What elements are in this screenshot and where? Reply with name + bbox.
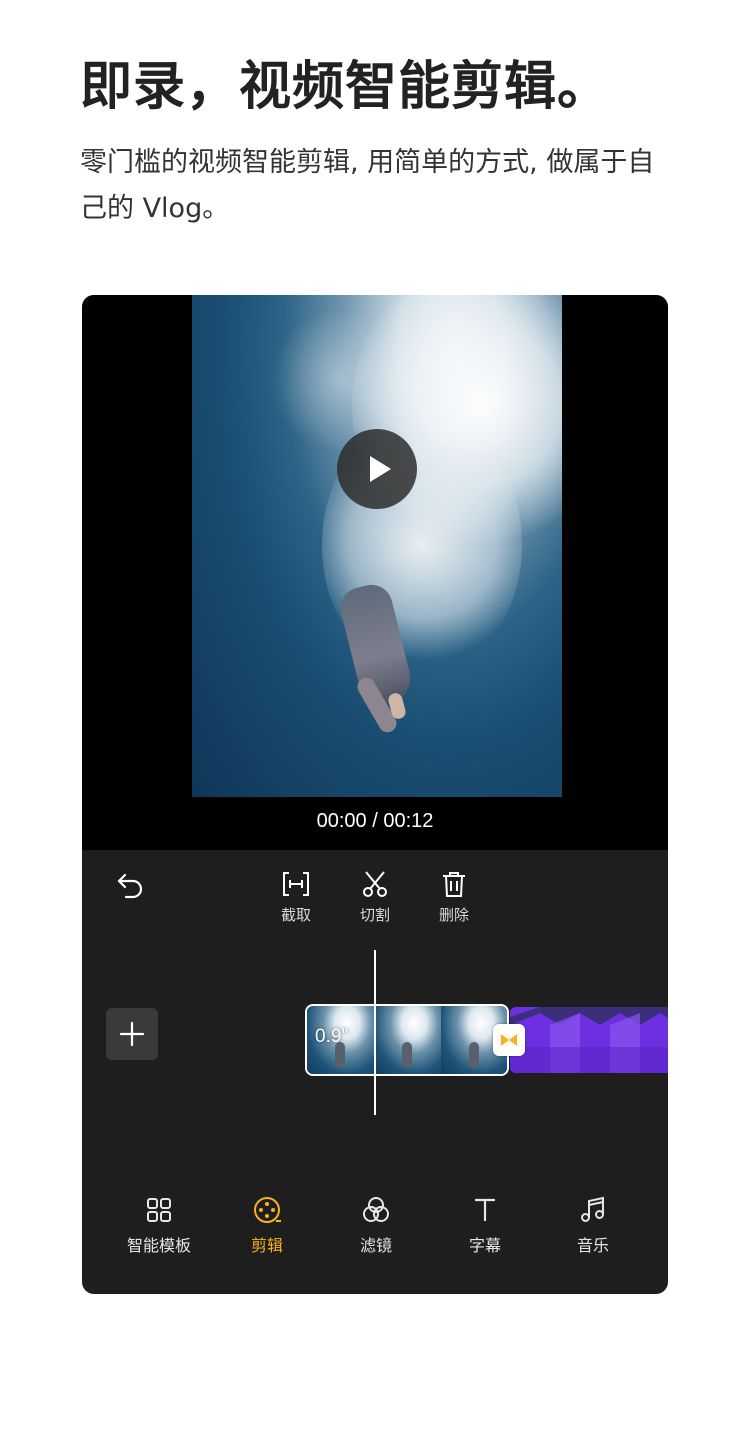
- video-frame[interactable]: [192, 295, 562, 797]
- transition-button[interactable]: [493, 1024, 525, 1056]
- music-note-icon: [581, 1196, 604, 1222]
- clip-thumbnail: [510, 1007, 668, 1073]
- bottom-nav: 智能模板 剪辑 滤镜 字幕 音乐: [82, 1195, 668, 1265]
- timeline: 0.9": [82, 950, 668, 1115]
- split-label: 切割: [359, 906, 390, 924]
- delete-button[interactable]: 删除: [419, 870, 489, 925]
- undo-button[interactable]: [115, 870, 149, 900]
- trim-button[interactable]: 截取: [261, 870, 331, 925]
- next-clip[interactable]: [510, 1007, 668, 1073]
- clip-duration: 0.9": [315, 1026, 349, 1047]
- grid-icon: [147, 1198, 171, 1222]
- nav-label: 音乐: [576, 1236, 609, 1255]
- filter-circles-icon: [363, 1197, 389, 1222]
- trash-icon: [443, 872, 465, 897]
- nav-filter[interactable]: 滤镜: [326, 1195, 426, 1256]
- trim-icon: [283, 872, 309, 896]
- nav-subtitle[interactable]: 字幕: [435, 1195, 535, 1256]
- undo-icon: [117, 873, 143, 899]
- subtitle: 零门槛的视频智能剪辑, 用简单的方式, 做属于自己的 Vlog。: [80, 147, 655, 224]
- trim-label: 截取: [280, 906, 311, 924]
- plus-icon: [119, 1021, 145, 1047]
- nav-edit[interactable]: 剪辑: [217, 1195, 317, 1256]
- time-display: 00:00 / 00:12: [316, 810, 434, 832]
- clip-thumbnail: [374, 1006, 441, 1074]
- nav-label: 智能模板: [126, 1236, 191, 1255]
- nav-label: 滤镜: [359, 1236, 392, 1255]
- split-button[interactable]: 切割: [340, 870, 410, 925]
- nav-smart-template[interactable]: 智能模板: [109, 1195, 209, 1256]
- headline: 即录，视频智能剪辑。: [80, 57, 611, 117]
- playhead[interactable]: [374, 950, 376, 1115]
- nav-music[interactable]: 音乐: [543, 1195, 643, 1256]
- film-reel-icon: [254, 1197, 281, 1223]
- add-clip-button[interactable]: [106, 1008, 158, 1060]
- play-button[interactable]: [337, 429, 417, 509]
- app-mockup: 00:00 / 00:12 截取 切割 删除 0.9" 智能模板 剪辑 滤镜 字…: [82, 295, 668, 1294]
- nav-label: 字幕: [468, 1236, 501, 1255]
- text-t-icon: [475, 1198, 495, 1221]
- play-icon: [370, 456, 391, 482]
- nav-label: 剪辑: [250, 1236, 283, 1255]
- video-preview: 00:00 / 00:12: [82, 295, 668, 850]
- delete-label: 删除: [438, 906, 469, 924]
- video-clip[interactable]: 0.9": [305, 1004, 509, 1076]
- transition-icon: [501, 1034, 517, 1046]
- scissors-icon: [363, 871, 387, 897]
